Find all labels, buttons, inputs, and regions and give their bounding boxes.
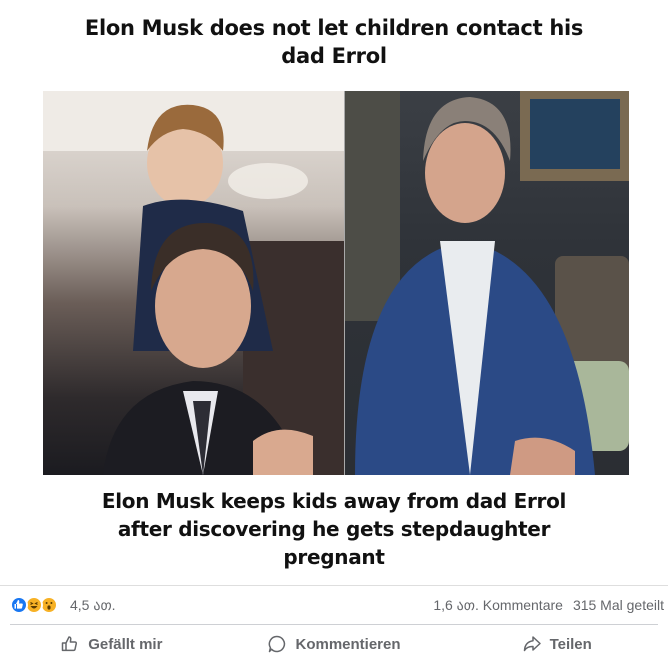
post-stats: 4,5 ათ. 1,6 ათ. Kommentare 315 Mal getei… (10, 594, 664, 616)
like-icon (10, 596, 28, 614)
engagement-counts: 1,6 ათ. Kommentare 315 Mal geteilt (433, 597, 664, 614)
headline-bottom-line-1: Elon Musk keeps kids away from dad Errol (101, 489, 567, 513)
post-headline-bottom: Elon Musk keeps kids away from dad Errol… (0, 487, 668, 571)
post-photo[interactable] (43, 91, 629, 475)
share-count[interactable]: 315 Mal geteilt (573, 597, 664, 614)
comment-bubble-icon (269, 635, 286, 653)
facebook-post: Elon Musk does not let children contact … (0, 0, 668, 661)
like-label: Gefällt mir (88, 635, 163, 653)
action-bar: Gefällt mir Kommentieren Teilen (0, 628, 668, 660)
headline-top-line-2: dad Errol (281, 44, 387, 68)
share-arrow-icon (523, 636, 541, 652)
share-button[interactable]: Teilen (445, 628, 668, 660)
photo-right-panel (345, 91, 629, 475)
divider (0, 585, 668, 586)
headline-bottom-line-3: pregnant (283, 545, 385, 569)
photo-left-illustration (43, 91, 344, 475)
share-label: Teilen (549, 635, 592, 653)
like-button[interactable]: Gefällt mir (0, 628, 223, 660)
headline-top-line-1: Elon Musk does not let children contact … (84, 16, 584, 40)
photo-right-illustration (345, 91, 629, 475)
headline-bottom-line-2: after discovering he gets stepdaughter (117, 517, 551, 541)
comment-count[interactable]: 1,6 ათ. Kommentare (433, 597, 563, 614)
thumbs-up-icon (61, 636, 78, 652)
divider (10, 624, 658, 625)
photo-left-panel (43, 91, 344, 475)
reaction-icons[interactable] (10, 596, 58, 614)
reaction-count[interactable]: 4,5 ათ. (70, 597, 116, 614)
comment-button[interactable]: Kommentieren (223, 628, 446, 660)
comment-label: Kommentieren (295, 635, 401, 653)
post-headline-top: Elon Musk does not let children contact … (0, 14, 668, 70)
